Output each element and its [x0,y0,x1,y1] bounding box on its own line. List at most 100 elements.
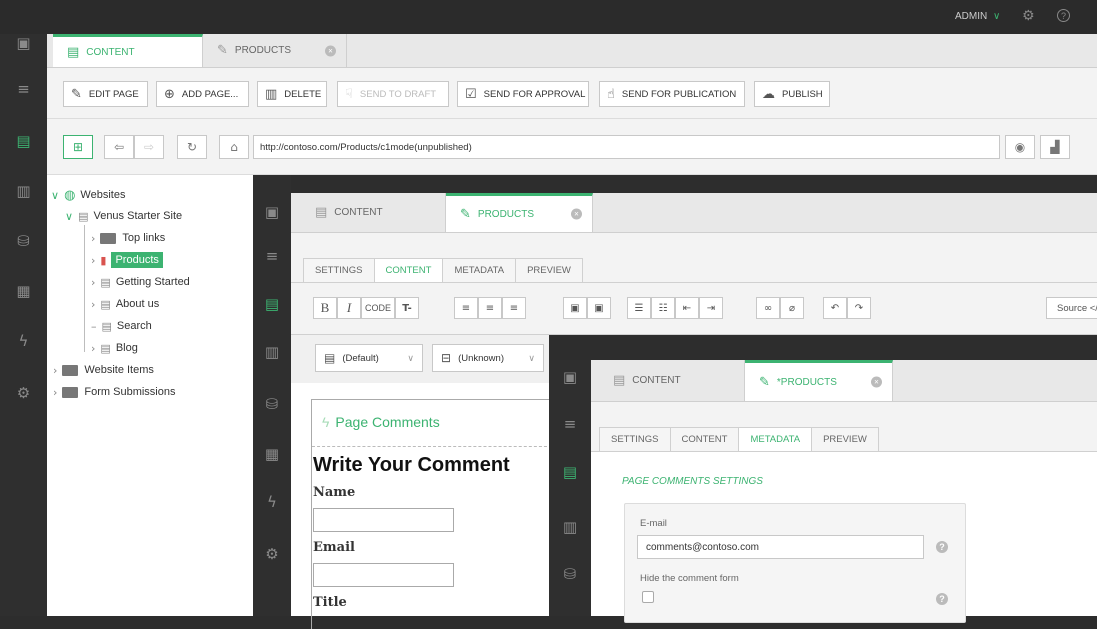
edit-page-button[interactable]: ✎ EDIT PAGE [63,81,148,107]
send-to-draft-button[interactable]: ☟ SEND TO DRAFT [337,81,449,107]
media-icon[interactable]: ▥ [549,518,591,536]
unlink-icon[interactable]: ⌀ [780,297,804,319]
content-icon[interactable]: ▤ [0,132,47,150]
tree-node-form-submissions[interactable]: › Form Submissions [53,382,175,402]
tree-node-site[interactable]: ∨ ▤ Venus Starter Site [65,206,182,226]
data-icon[interactable]: ⛁ [549,565,591,583]
function-icon[interactable]: ϟ [0,332,47,350]
subtab-preview[interactable]: PREVIEW [515,258,583,282]
send-for-publication-button[interactable]: ☝ SEND FOR PUBLICATION [599,81,745,107]
close-icon[interactable]: × [571,208,582,220]
bold-button[interactable]: B [313,297,337,319]
user-menu[interactable]: ADMIN ∨ [955,11,1000,22]
chart-icon[interactable]: ▟ [1040,135,1070,159]
tab-content[interactable]: ▤ CONTENT [301,193,446,232]
subtab-content[interactable]: CONTENT [669,427,740,451]
send-for-approval-button[interactable]: ☑ SEND FOR APPROVAL [457,81,589,107]
name-field[interactable] [313,508,454,532]
tree-line [84,225,85,352]
forward-icon[interactable]: ⇨ [134,135,164,159]
content-icon[interactable]: ▤ [549,463,591,481]
close-icon[interactable]: × [325,45,336,56]
settings-icon[interactable]: ⚙ [0,384,47,402]
italic-button[interactable]: I [337,297,361,319]
sitemap-icon[interactable]: ⊞ [63,135,93,159]
tree-node-websites[interactable]: ∨ ◍ Websites [51,185,125,205]
function-icon[interactable]: ϟ [253,493,291,511]
layout-icon[interactable]: ▦ [253,445,291,463]
tab-label: CONTENT [86,46,135,58]
back-icon[interactable]: ⇦ [104,135,134,159]
tree-node-about-us[interactable]: › ▤ About us [91,294,159,314]
edit-icon: ✎ [217,43,228,58]
subtab-settings[interactable]: SETTINGS [303,258,375,282]
subtab-settings[interactable]: SETTINGS [599,427,671,451]
align-center-icon[interactable]: ≡ [478,297,502,319]
subtab-preview[interactable]: PREVIEW [811,427,879,451]
align-right-icon[interactable]: ≡ [502,297,526,319]
template-select[interactable]: ▤ (Default) ∨ [315,344,423,372]
tab-label: CONTENT [632,375,681,386]
link-icon[interactable]: ∞ [756,297,780,319]
tab-label: PRODUCTS [234,45,292,56]
tab-products[interactable]: ✎ *PRODUCTS × [745,360,893,401]
help-icon[interactable]: ? [936,593,948,605]
help-icon[interactable]: ? [936,541,948,553]
tree-node-products[interactable]: › ▮ Products [91,250,163,270]
eye-icon[interactable]: ◉ [1005,135,1035,159]
tree-node-blog[interactable]: › ▤ Blog [91,338,138,358]
tab-content[interactable]: ▤ CONTENT [53,34,203,67]
subtab-metadata[interactable]: METADATA [738,427,813,451]
tree-node-search[interactable]: – ▤ Search [91,316,152,336]
clear-format-button[interactable]: T- [395,297,419,319]
publish-label: PUBLISH [782,88,823,100]
insert-block-icon[interactable]: ▣ [587,297,611,319]
subtab-metadata[interactable]: METADATA [442,258,517,282]
outdent-icon[interactable]: ⇤ [675,297,699,319]
question-icon[interactable]: ? [1057,9,1070,22]
data-icon[interactable]: ⛁ [0,232,47,250]
address-input[interactable]: http://contoso.com/Products/c1mode(unpub… [253,135,1000,159]
tree-node-top-links[interactable]: › Top links [91,228,165,248]
page-comments-title: ϟ Page Comments [322,414,440,430]
menu-icon[interactable]: ≡ [0,80,47,98]
gear-icon[interactable]: ⚙ [1022,8,1035,24]
email-input[interactable]: comments@contoso.com [637,535,924,559]
settings-icon[interactable]: ⚙ [253,545,291,563]
add-page-button[interactable]: ⊕ ADD PAGE... [156,81,249,107]
menu-icon[interactable]: ≡ [549,415,591,433]
insert-image-icon[interactable]: ▣ [563,297,587,319]
redo-icon[interactable]: ↷ [847,297,871,319]
type-select[interactable]: ⊟ (Unknown) ∨ [432,344,544,372]
code-button[interactable]: CODE [361,297,395,319]
tab-products[interactable]: ✎ PRODUCTS × [203,34,347,67]
publish-button[interactable]: ☁ PUBLISH [754,81,830,107]
email-field[interactable] [313,563,454,587]
content-icon[interactable]: ▤ [253,295,291,313]
delete-button[interactable]: ▥ DELETE [257,81,327,107]
hide-form-checkbox[interactable] [642,591,654,603]
menu-icon[interactable]: ≡ [253,247,291,265]
align-left-icon[interactable]: ≡ [454,297,478,319]
settings-card: E-mail comments@contoso.com ? Hide the c… [624,503,966,623]
chevron-right-icon: › [91,231,96,245]
refresh-icon[interactable]: ↻ [177,135,207,159]
chevron-down-icon: ∨ [993,11,1001,22]
close-icon[interactable]: × [871,376,882,388]
media-icon[interactable]: ▥ [0,182,47,200]
tab-products[interactable]: ✎ PRODUCTS × [446,193,593,232]
tree-node-getting-started[interactable]: › ▤ Getting Started [91,272,190,292]
numbered-list-icon[interactable]: ☷ [651,297,675,319]
layout-icon[interactable]: ▦ [0,282,47,300]
subtab-content[interactable]: CONTENT [373,258,444,282]
home-icon[interactable]: ⌂ [219,135,249,159]
bullet-list-icon[interactable]: ☰ [627,297,651,319]
indent-icon[interactable]: ⇥ [699,297,723,319]
undo-icon[interactable]: ↶ [823,297,847,319]
source-button[interactable]: Source </ [1046,297,1097,319]
page-icon: ▤ [101,319,112,333]
data-icon[interactable]: ⛁ [253,395,291,413]
media-icon[interactable]: ▥ [253,343,291,361]
tab-content[interactable]: ▤ CONTENT [599,360,745,401]
tree-node-website-items[interactable]: › Website Items [53,360,154,380]
